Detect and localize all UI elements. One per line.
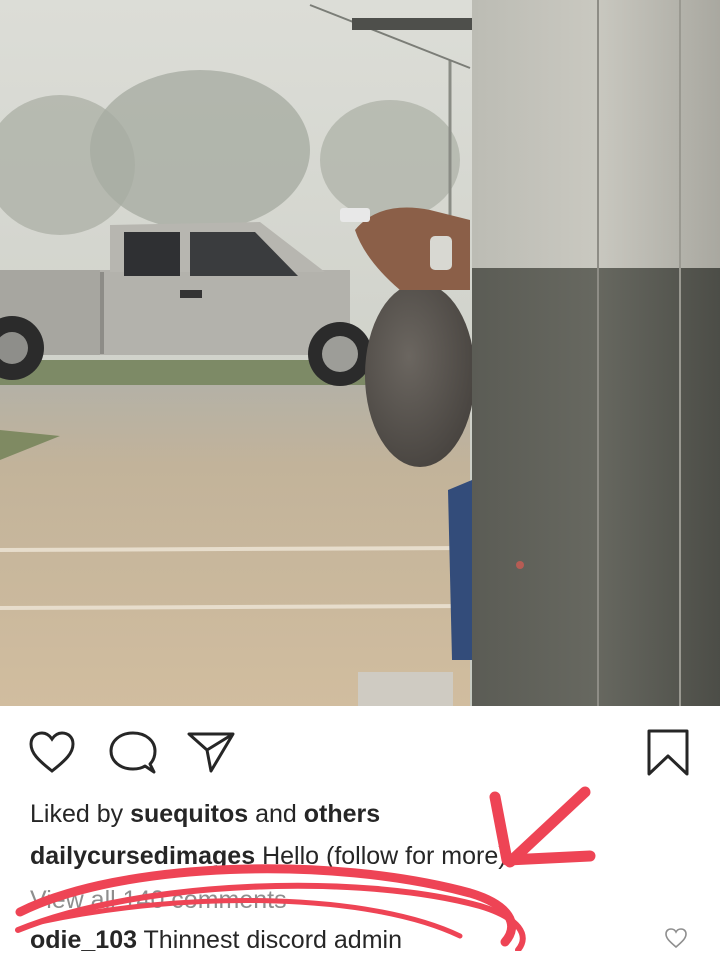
heart-icon[interactable] (28, 730, 76, 779)
action-bar (0, 706, 720, 796)
commenter-username[interactable]: odie_103 (30, 926, 137, 954)
post-photo[interactable] (0, 0, 720, 706)
paper-plane-icon[interactable] (186, 730, 236, 779)
likes-others-link[interactable]: others (304, 800, 380, 828)
likes-prefix: Liked by (30, 800, 124, 828)
likes-line: Liked by suequitos and others (30, 800, 380, 829)
likes-conjunction: and (255, 800, 297, 828)
comment-text: Thinnest discord admin (143, 926, 402, 954)
bookmark-icon[interactable] (646, 728, 690, 783)
post-caption: dailycursedimages Hello (follow for more… (30, 842, 507, 871)
liker-username[interactable]: suequitos (130, 800, 248, 828)
author-username[interactable]: dailycursedimages (30, 842, 255, 870)
caption-text: Hello (follow for more) (262, 842, 507, 870)
small-heart-icon[interactable] (664, 927, 688, 954)
view-comments-link[interactable]: View all 140 comments (30, 886, 287, 915)
post-image (0, 0, 720, 706)
comment-bubble-icon[interactable] (108, 730, 158, 781)
